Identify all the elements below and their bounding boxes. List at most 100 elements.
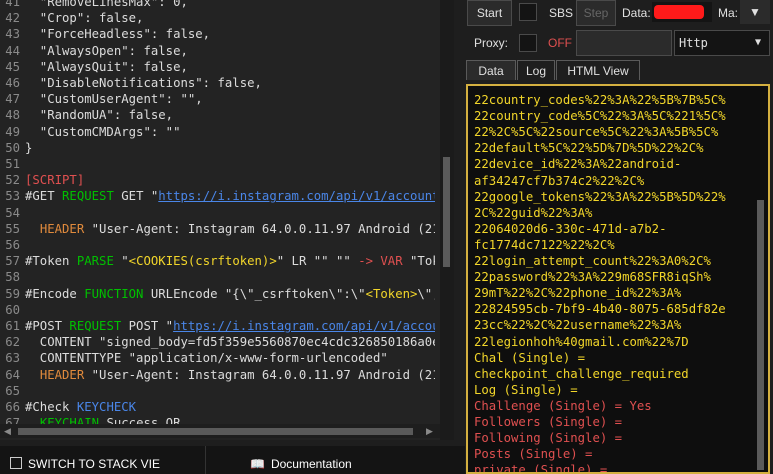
redacted-value (654, 5, 704, 19)
line-number: 45 (5, 59, 20, 74)
proxy-checkbox[interactable] (519, 34, 537, 52)
output-line: 22country_code%5C%22%3A%5C%221%5C% (474, 109, 726, 124)
code-token: POST " (121, 319, 174, 333)
scroll-right-icon[interactable]: ▶ (426, 424, 433, 438)
output-line: checkpoint_challenge_required (474, 366, 689, 381)
data-input[interactable] (652, 2, 712, 22)
switch-stack-view-button[interactable]: SWITCH TO STACK VIE (0, 446, 206, 474)
proxy-state: OFF (548, 36, 572, 50)
code-token: HEADER (39, 221, 85, 236)
output-line: 22device_id%22%3A%22android- (474, 157, 682, 172)
code-token: GET " (113, 189, 159, 204)
line-number: 41 (5, 0, 20, 9)
proxy-type-select[interactable]: Http ▼ (674, 30, 770, 56)
code-token: "ForceHeadless": false, (25, 27, 211, 42)
line-number: 59 (5, 286, 20, 301)
start-button[interactable]: Start (467, 0, 512, 26)
tab-log[interactable]: Log (517, 60, 555, 80)
line-number: 65 (5, 383, 20, 398)
line-number: 46 (5, 76, 20, 90)
code-token: REQUEST (69, 319, 122, 333)
code-token: } (25, 140, 33, 155)
code-line: HEADER "User-Agent: Instagram 64.0.0.11.… (25, 221, 435, 237)
tab-html-view[interactable]: HTML View (556, 60, 640, 80)
code-token: "AlwaysOpen": false, (25, 43, 188, 58)
code-token: "Tok (410, 254, 435, 269)
code-line: "DisableNotifications": false, (25, 75, 435, 91)
proxy-input[interactable] (576, 30, 672, 56)
output-line: Chal (Single) = (474, 350, 586, 365)
code-token: " (113, 254, 129, 269)
output-line: 2C%22guid%22%3A% (474, 205, 593, 220)
line-number: 54 (5, 205, 20, 220)
code-token: "RandomUA": false, (25, 108, 174, 123)
output-line: 22country_codes%22%3A%22%5B%7B%5C% (474, 93, 726, 107)
code-token: <COOKIES(csrftoken)> (128, 254, 277, 269)
line-number: 64 (5, 367, 20, 382)
horizontal-scroll-thumb[interactable] (18, 428, 413, 435)
scroll-left-icon[interactable]: ◀ (4, 424, 11, 438)
line-number: 63 (5, 351, 20, 366)
code-token: "User-Agent: Instagram 64.0.0.11.97 Andr… (84, 221, 435, 236)
line-number: 57 (5, 254, 20, 269)
line-number: 51 (5, 157, 20, 171)
tab-data[interactable]: Data (466, 60, 516, 80)
code-token: "AlwaysQuit": false, (25, 59, 188, 74)
line-number: 48 (5, 108, 20, 123)
code-token: CONTENTTYPE "application/x-www-form-urle… (25, 351, 388, 366)
output-scroll-thumb[interactable] (757, 200, 764, 470)
data-value: Ma: (718, 6, 739, 20)
data-output-panel[interactable]: 22country_codes%22%3A%22%5B%7B%5C% 22coun… (466, 84, 770, 474)
proxy-type-chevron-icon: ▼ (754, 37, 761, 48)
editor-horizontal-scrollbar[interactable]: ◀ ▶ (0, 424, 440, 438)
sbs-checkbox[interactable] (519, 3, 537, 21)
output-line: Posts (Single) = (474, 447, 593, 462)
sbs-label: SBS (549, 6, 574, 20)
code-token: #Token (25, 254, 77, 269)
step-button[interactable]: Step (576, 0, 616, 26)
code-token[interactable]: https://i.instagram.com/api/v1/accou (173, 319, 435, 333)
code-token[interactable]: https://i.instagram.com/api/v1/accounts/ (158, 189, 435, 203)
code-line: "RemoveLinesMax": 0, (25, 0, 435, 10)
editor-vertical-scrollbar[interactable] (440, 0, 454, 440)
code-token: "DisableNotifications": false, (25, 76, 262, 90)
line-number: 53 (5, 189, 20, 204)
code-token: -> (358, 254, 373, 269)
code-line: [SCRIPT] (25, 172, 435, 188)
code-line: "Crop": false, (25, 10, 435, 26)
line-number: 56 (5, 238, 20, 252)
output-vertical-scrollbar[interactable] (754, 88, 768, 474)
code-token: "Crop": false, (25, 11, 144, 26)
chevron-down-icon[interactable]: ▼ (740, 0, 770, 24)
output-line: 22064020d6-330c-471d-a7b2- (474, 221, 667, 236)
output-line: 22login_attempt_count%22%3A0%2C% (474, 254, 711, 268)
output-line: 22824595cb-7bf9-4b40-8075-685df82e (474, 302, 726, 317)
code-token: FUNCTION (84, 286, 144, 301)
line-number: 55 (5, 221, 20, 236)
proxy-label: Proxy: (474, 36, 509, 50)
output-line: 22password%22%3A%229m68SFR8iqSh% (474, 270, 711, 285)
code-line: #POST REQUEST POST "https://i.instagram.… (25, 318, 435, 334)
code-token: VAR (380, 254, 403, 269)
code-line: "RandomUA": false, (25, 107, 435, 123)
line-number: 44 (5, 43, 20, 58)
output-line: 23cc%22%2C%22username%22%3A% (474, 318, 682, 333)
code-line: #Encode FUNCTION URLEncode "{\"_csrftoke… (25, 286, 435, 302)
output-line: fc1774dc7122%22%2C% (474, 237, 615, 252)
documentation-button[interactable]: 📖 Documentation (250, 446, 450, 474)
script-editor[interactable]: 41 42 43 44 45 46 47 48 49 50 51 52 53 54 55 56 57 58 59 60… (0, 0, 440, 440)
bottom-bar: SWITCH TO STACK VIE 📖 Documentation (0, 446, 465, 474)
output-line: Log (Single) = (474, 382, 578, 397)
output-line: af34247cf7b374c2%22%2C% (474, 173, 645, 188)
code-token: KEYCHECK (76, 400, 137, 414)
code-line: "AlwaysQuit": false, (25, 59, 435, 75)
code-line: #GET REQUEST GET "https://i.instagram.co… (25, 188, 435, 204)
code-line: "ForceHeadless": false, (25, 26, 435, 42)
vertical-scroll-thumb[interactable] (443, 157, 450, 267)
code-line: "CustomCMDArgs": "" (25, 124, 435, 140)
